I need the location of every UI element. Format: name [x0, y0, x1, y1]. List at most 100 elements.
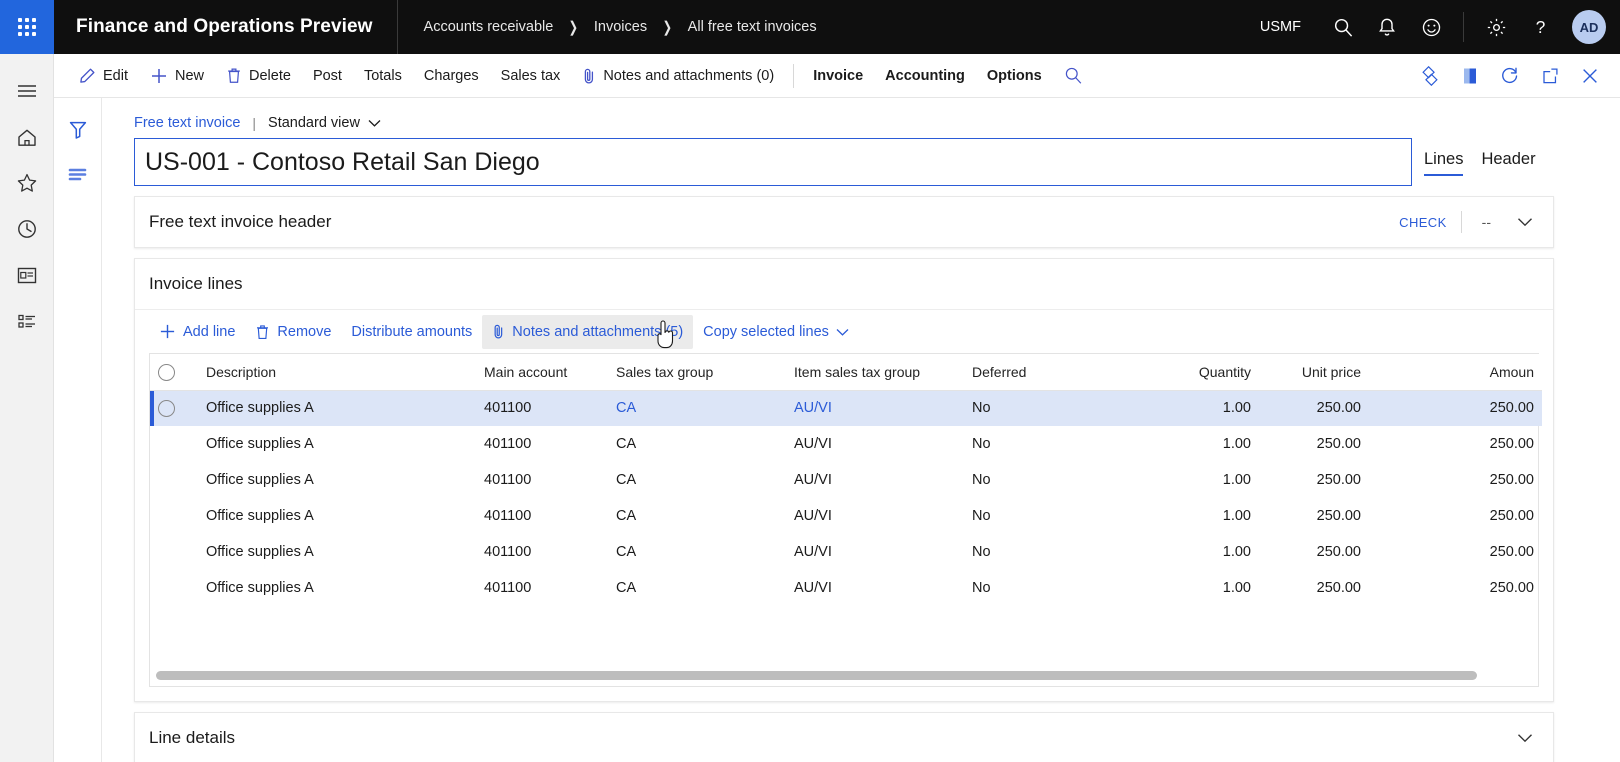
column-header-amount[interactable]: Amoun — [1369, 354, 1542, 390]
cell-quantity[interactable]: 1.00 — [1149, 534, 1259, 570]
tab-invoice[interactable]: Invoice — [802, 54, 874, 98]
add-line-button[interactable]: Add line — [149, 315, 245, 349]
close-icon[interactable] — [1570, 54, 1610, 98]
page-title-field[interactable]: US-001 - Contoso Retail San Diego — [134, 138, 1412, 186]
column-header-quantity[interactable]: Quantity — [1149, 354, 1259, 390]
cell-deferred[interactable]: No — [964, 462, 1149, 498]
standard-view-selector[interactable]: Standard view — [268, 115, 381, 131]
row-select-cell[interactable] — [150, 462, 198, 498]
cell-deferred[interactable]: No — [964, 570, 1149, 606]
column-header-description[interactable]: Description — [198, 354, 476, 390]
row-select-cell[interactable] — [150, 498, 198, 534]
feedback-smiley-icon[interactable] — [1409, 0, 1453, 54]
breadcrumb-item-page[interactable]: All free text invoices — [688, 19, 817, 35]
cell-amount[interactable]: 250.00 — [1369, 462, 1542, 498]
delete-button[interactable]: Delete — [215, 54, 302, 98]
notification-bell-icon[interactable] — [1365, 0, 1409, 54]
column-header-main-account[interactable]: Main account — [476, 354, 608, 390]
new-button[interactable]: New — [139, 54, 215, 98]
row-select-cell[interactable] — [150, 426, 198, 462]
tab-options[interactable]: Options — [976, 54, 1053, 98]
table-row[interactable]: Office supplies A 401100 CA AU/VI No 1.0… — [150, 390, 1542, 426]
cell-unit-price[interactable]: 250.00 — [1259, 426, 1369, 462]
cell-main-account[interactable]: 401100 — [476, 534, 608, 570]
cell-item-sales-tax-group[interactable]: AU/VI — [786, 570, 964, 606]
popout-icon[interactable] — [1530, 54, 1570, 98]
cell-unit-price[interactable]: 250.00 — [1259, 570, 1369, 606]
cell-amount[interactable]: 250.00 — [1369, 534, 1542, 570]
post-button[interactable]: Post — [302, 54, 353, 98]
line-details-head[interactable]: Line details — [135, 713, 1553, 762]
cell-description[interactable]: Office supplies A — [198, 390, 476, 426]
breadcrumb-item-group[interactable]: Invoices — [594, 19, 647, 35]
notes-attachments-header-button[interactable]: Notes and attachments (0) — [571, 54, 785, 98]
header-panel-head[interactable]: Free text invoice header CHECK -- — [135, 197, 1553, 247]
cell-main-account[interactable]: 401100 — [476, 390, 608, 426]
cell-description[interactable]: Office supplies A — [198, 534, 476, 570]
cell-item-sales-tax-group[interactable]: AU/VI — [786, 534, 964, 570]
cell-sales-tax-group[interactable]: CA — [608, 498, 786, 534]
table-row[interactable]: Office supplies A 401100 CA AU/VI No 1.0… — [150, 426, 1542, 462]
workspaces-icon[interactable] — [0, 252, 54, 298]
edit-button[interactable]: Edit — [68, 54, 139, 98]
cell-item-sales-tax-group[interactable]: AU/VI — [786, 498, 964, 534]
cell-deferred[interactable]: No — [964, 426, 1149, 462]
chevron-down-icon[interactable] — [1511, 217, 1539, 227]
select-all-radio[interactable] — [158, 364, 175, 381]
company-selector[interactable]: USMF — [1240, 19, 1321, 35]
cell-deferred[interactable]: No — [964, 534, 1149, 570]
cell-main-account[interactable]: 401100 — [476, 462, 608, 498]
tab-accounting[interactable]: Accounting — [874, 54, 976, 98]
cell-quantity[interactable]: 1.00 — [1149, 390, 1259, 426]
cell-amount[interactable]: 250.00 — [1369, 426, 1542, 462]
favorites-star-icon[interactable] — [0, 160, 54, 206]
column-header-deferred[interactable]: Deferred — [964, 354, 1149, 390]
settings-gear-icon[interactable] — [1474, 0, 1518, 54]
cell-quantity[interactable]: 1.00 — [1149, 462, 1259, 498]
notes-attachments-line-button[interactable]: Notes and attachments (5) — [482, 315, 693, 349]
cell-description[interactable]: Office supplies A — [198, 426, 476, 462]
table-row[interactable]: Office supplies A 401100 CA AU/VI No 1.0… — [150, 570, 1542, 606]
cell-sales-tax-group[interactable]: CA — [608, 390, 786, 426]
cell-main-account[interactable]: 401100 — [476, 498, 608, 534]
distribute-amounts-button[interactable]: Distribute amounts — [341, 315, 482, 349]
chevron-down-icon[interactable] — [1511, 733, 1539, 743]
refresh-icon[interactable] — [1490, 54, 1530, 98]
filter-funnel-icon[interactable] — [54, 108, 102, 152]
select-all-header[interactable] — [150, 354, 198, 390]
totals-button[interactable]: Totals — [353, 54, 413, 98]
grid-horizontal-scroll-track[interactable] — [149, 671, 1539, 687]
modules-list-icon[interactable] — [0, 298, 54, 344]
cell-main-account[interactable]: 401100 — [476, 570, 608, 606]
tab-header[interactable]: Header — [1481, 150, 1535, 174]
cell-sales-tax-group[interactable]: CA — [608, 570, 786, 606]
cell-item-sales-tax-group[interactable]: AU/VI — [786, 426, 964, 462]
cell-item-sales-tax-group[interactable]: AU/VI — [786, 390, 964, 426]
cell-description[interactable]: Office supplies A — [198, 462, 476, 498]
cell-deferred[interactable]: No — [964, 498, 1149, 534]
column-header-unit-price[interactable]: Unit price — [1259, 354, 1369, 390]
recent-clock-icon[interactable] — [0, 206, 54, 252]
cell-quantity[interactable]: 1.00 — [1149, 426, 1259, 462]
command-search-icon[interactable] — [1053, 54, 1094, 98]
cell-sales-tax-group[interactable]: CA — [608, 426, 786, 462]
column-header-item-sales-tax-group[interactable]: Item sales tax group — [786, 354, 964, 390]
tab-lines[interactable]: Lines — [1424, 150, 1463, 176]
cell-deferred[interactable]: No — [964, 390, 1149, 426]
row-select-cell[interactable] — [150, 570, 198, 606]
cell-sales-tax-group[interactable]: CA — [608, 534, 786, 570]
home-icon[interactable] — [0, 114, 54, 160]
cell-unit-price[interactable]: 250.00 — [1259, 534, 1369, 570]
copy-selected-lines-button[interactable]: Copy selected lines — [693, 315, 859, 349]
table-row[interactable]: Office supplies A 401100 CA AU/VI No 1.0… — [150, 498, 1542, 534]
share-diamond-icon[interactable] — [1410, 54, 1450, 98]
avatar[interactable]: AD — [1572, 10, 1606, 44]
row-select-cell[interactable] — [150, 534, 198, 570]
form-name-link[interactable]: Free text invoice — [134, 115, 240, 131]
cell-main-account[interactable]: 401100 — [476, 426, 608, 462]
cell-unit-price[interactable]: 250.00 — [1259, 390, 1369, 426]
table-row[interactable]: Office supplies A 401100 CA AU/VI No 1.0… — [150, 462, 1542, 498]
hamburger-menu-icon[interactable] — [0, 68, 54, 114]
search-icon[interactable] — [1321, 0, 1365, 54]
grid-horizontal-scrollbar[interactable] — [156, 671, 1477, 680]
